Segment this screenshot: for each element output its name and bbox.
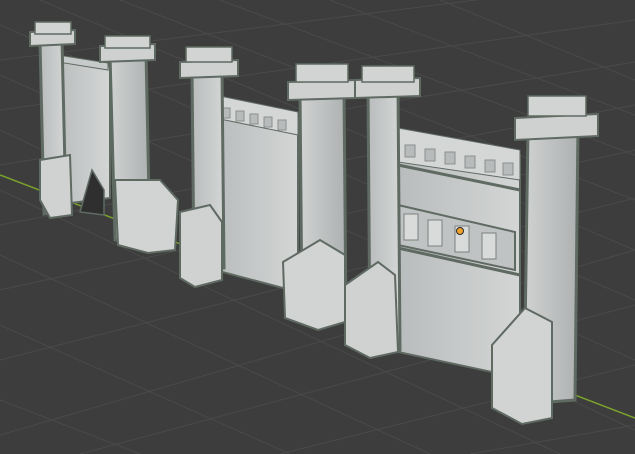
object-gate-arch[interactable]: [29, 21, 180, 255]
viewport-canvas[interactable]: [0, 0, 635, 454]
3d-viewport[interactable]: [0, 0, 635, 454]
object-origin-dot[interactable]: [456, 227, 464, 235]
